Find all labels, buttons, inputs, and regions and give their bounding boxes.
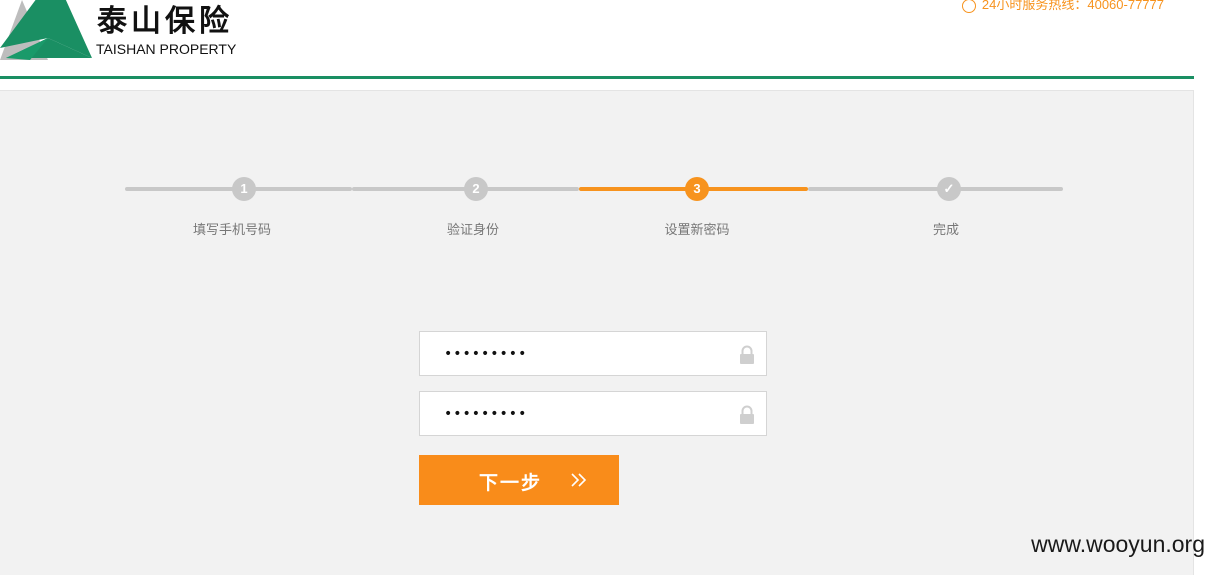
step-4-check-icon: ✓ <box>937 177 961 201</box>
lock-icon <box>740 345 754 364</box>
new-password-field <box>419 331 767 376</box>
hotline-label: 24小时服务热线： <box>981 0 1088 12</box>
lock-icon <box>740 405 754 424</box>
new-password-input[interactable] <box>444 332 734 375</box>
double-chevron-right-icon <box>571 473 587 487</box>
logo-english-text: TAISHAN PROPERTY <box>96 41 237 57</box>
progress-track-4 <box>808 187 1063 191</box>
step-1-label: 填写手机号码 <box>192 223 271 238</box>
reset-password-panel: 1 2 3 ✓ 填写手机号码 验证身份 设置新密码 完成 下一步 <box>0 90 1194 575</box>
next-step-button[interactable]: 下一步 <box>419 455 619 505</box>
confirm-password-input[interactable] <box>444 392 734 435</box>
service-hotline: 24小时服务热线：40060-77777 <box>961 0 1164 13</box>
header-divider <box>0 76 1194 79</box>
next-step-label: 下一步 <box>479 472 543 494</box>
logo-chinese-text: 泰山保险 <box>97 4 233 39</box>
taishan-logo-icon <box>0 0 92 60</box>
watermark-text: www.wooyun.org <box>1031 531 1205 557</box>
step-2-label: 验证身份 <box>446 223 499 238</box>
confirm-password-field <box>419 391 767 436</box>
step-1-dot: 1 <box>232 177 256 201</box>
step-3-label: 设置新密码 <box>664 223 730 238</box>
step-2-dot: 2 <box>464 177 488 201</box>
page-header: 泰山保险 TAISHAN PROPERTY 24小时服务热线：40060-777… <box>0 0 1194 80</box>
step-3-dot: 3 <box>685 177 709 201</box>
phone-icon <box>961 0 976 13</box>
step-4-label: 完成 <box>932 223 959 238</box>
hotline-number: 40060-77777 <box>1087 0 1164 12</box>
